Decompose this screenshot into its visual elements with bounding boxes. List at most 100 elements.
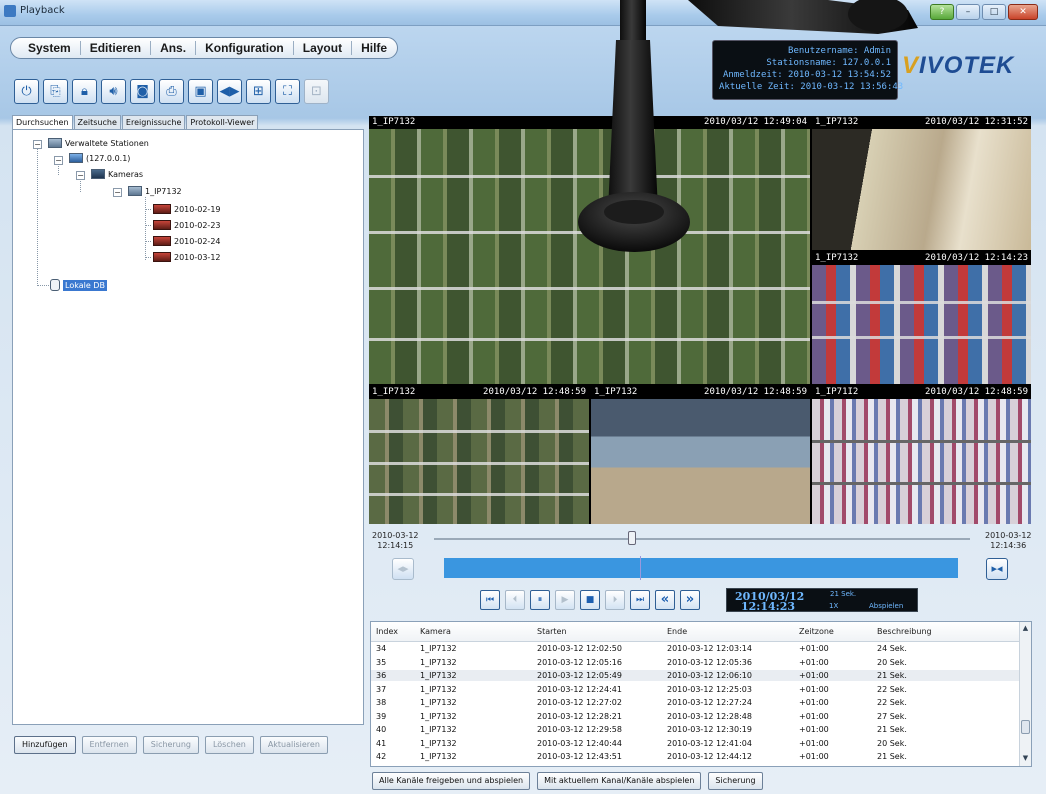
close-button[interactable]: ✕ (1008, 4, 1038, 20)
power-icon[interactable]: ⏻ (14, 79, 39, 104)
timeline-slider-handle[interactable] (628, 531, 637, 545)
column-header[interactable]: Starten (537, 627, 567, 636)
expander-root[interactable]: − (33, 140, 42, 149)
table-row[interactable]: 36 1_IP7132 2010-03-12 12:05:49 2010-03-12 … (371, 670, 1019, 681)
menu-help[interactable]: Hilfe (352, 41, 396, 55)
last-frame-icon[interactable]: ⏭ (630, 590, 650, 610)
window-title: Playback (20, 5, 65, 16)
username-info: Benutzername: Admin (788, 46, 891, 56)
column-header[interactable]: Zeitzone (799, 627, 834, 636)
camera-view-5[interactable]: 1_IP7132 2010/03/12 12:48:59 (591, 386, 810, 524)
audio-icon[interactable]: 🔊︎ (101, 79, 126, 104)
camera-view-4[interactable]: 1_IP7132 2010/03/12 12:48:59 (369, 386, 589, 524)
menu-configuration[interactable]: Konfiguration (196, 41, 294, 55)
export-icon[interactable]: ⎘ (43, 79, 68, 104)
tree-folder-cameras[interactable]: Kameras (91, 169, 143, 179)
column-header[interactable]: Beschreibung (877, 627, 932, 636)
record-icon[interactable]: ◀▶ (217, 79, 242, 104)
snapshot-icon[interactable]: ◙ (130, 79, 155, 104)
layout-icon[interactable]: ⊞ (246, 79, 271, 104)
table-cell: 2010-03-12 12:29:58 (537, 725, 622, 734)
table-cell: 38 (376, 698, 387, 707)
menu-layout[interactable]: Layout (294, 41, 353, 55)
backup-button[interactable]: Sicherung (142, 736, 199, 754)
table-cell: +01:00 (799, 698, 829, 707)
scroll-down-icon[interactable]: ▼ (1021, 754, 1030, 764)
minimize-button[interactable]: – (956, 4, 980, 20)
next-frame-icon: ⏵ (605, 590, 625, 610)
backup-button[interactable]: Sicherung (708, 772, 763, 790)
expander-camera[interactable]: − (113, 188, 122, 197)
help-window-button[interactable]: ? (930, 4, 954, 20)
maximize-button[interactable]: □ (982, 4, 1006, 20)
video-feed (369, 129, 810, 384)
add-button[interactable]: Hinzufügen (14, 736, 76, 754)
timeline-track[interactable] (434, 538, 970, 540)
lock-icon[interactable]: 🔒︎ (72, 79, 97, 104)
computer-icon (69, 153, 83, 163)
tree-local-db[interactable]: Lokale DB (50, 279, 107, 291)
table-row[interactable]: 35 1_IP7132 2010-03-12 12:05:16 2010-03-12 … (371, 657, 1019, 668)
table-row[interactable]: 37 1_IP7132 2010-03-12 12:24:41 2010-03-12 … (371, 684, 1019, 695)
pause-icon[interactable]: ⏸ (530, 590, 550, 610)
column-header[interactable]: Index (376, 627, 398, 636)
tree-root[interactable]: Verwaltete Stationen (48, 138, 149, 148)
table-row[interactable]: 41 1_IP7132 2010-03-12 12:40:44 2010-03-12 … (371, 738, 1019, 749)
menu-view[interactable]: Ans. (151, 41, 197, 55)
table-cell: 2010-03-12 12:05:49 (537, 671, 622, 680)
table-cell: 1_IP7132 (420, 752, 457, 761)
tab-browse[interactable]: Durchsuchen (12, 115, 73, 129)
table-row[interactable]: 42 1_IP7132 2010-03-12 12:43:51 2010-03-12 … (371, 751, 1019, 762)
table-row[interactable]: 40 1_IP7132 2010-03-12 12:29:58 2010-03-12 … (371, 724, 1019, 735)
database-icon (50, 279, 60, 291)
table-scrollbar[interactable]: ▲ ▼ (1019, 622, 1031, 766)
table-cell: 2010-03-12 12:43:51 (537, 752, 622, 761)
tab-time-search[interactable]: Zeitsuche (73, 115, 121, 129)
camera-view-2[interactable]: 1_IP7132 2010/03/12 12:31:52 (812, 116, 1031, 250)
table-row[interactable]: 38 1_IP7132 2010-03-12 12:27:02 2010-03-12 … (371, 697, 1019, 708)
recording-bar[interactable] (444, 558, 958, 578)
table-cell: 42 (376, 752, 387, 761)
table-cell: 2010-03-12 12:06:10 (667, 671, 752, 680)
scroll-up-icon[interactable]: ▲ (1021, 624, 1030, 634)
column-header[interactable]: Ende (667, 627, 687, 636)
table-cell: 2010-03-12 12:03:14 (667, 644, 752, 653)
refresh-button[interactable]: Aktualisieren (259, 736, 328, 754)
stop-icon[interactable]: ■ (580, 590, 600, 610)
camera-view-3[interactable]: 1_IP7132 2010/03/12 12:14:23 (812, 252, 1031, 384)
video-feed (369, 399, 589, 524)
table-row[interactable]: 34 1_IP7132 2010-03-12 12:02:50 2010-03-12 … (371, 643, 1019, 654)
remove-button[interactable]: Entfernen (81, 736, 137, 754)
slower-icon[interactable]: « (655, 590, 675, 610)
print-icon[interactable]: ⎙ (159, 79, 184, 104)
first-frame-icon[interactable]: ⏮ (480, 590, 500, 610)
expander-folder[interactable]: − (76, 171, 85, 180)
zoom-out-timeline-button[interactable]: ▸◂ (986, 558, 1008, 580)
table-cell: 34 (376, 644, 387, 653)
delete-button[interactable]: Löschen (204, 736, 254, 754)
tree-station[interactable]: (127.0.0.1) (69, 153, 130, 163)
play-all-channels-button[interactable]: Alle Kanäle freigeben und abspielen (372, 772, 531, 790)
fullscreen-icon[interactable]: ⛶ (275, 79, 300, 104)
faster-icon[interactable]: » (680, 590, 700, 610)
column-header[interactable]: Kamera (420, 627, 451, 636)
play-current-channel-button[interactable]: Mit aktuellem Kanal/Kanäle abspielen (537, 772, 702, 790)
tree-date[interactable]: 2010-02-19 (153, 204, 221, 214)
playback-speed: 1X (829, 602, 839, 610)
tree-camera[interactable]: 1_IP7132 (128, 186, 182, 196)
expander-station[interactable]: − (54, 156, 63, 165)
tree-date[interactable]: 2010-03-12 (153, 252, 221, 262)
tree-date[interactable]: 2010-02-24 (153, 236, 221, 246)
camera-view-1[interactable]: 1_IP7132 2010/03/12 12:49:04 (369, 116, 810, 384)
settings-icon[interactable]: ▣ (188, 79, 213, 104)
camera-view-6[interactable]: 1_IP71I2 2010/03/12 12:48:59 (812, 386, 1031, 524)
menu-system[interactable]: System (19, 41, 81, 55)
menu-edit[interactable]: Editieren (81, 41, 152, 55)
tab-log-viewer[interactable]: Protokoll-Viewer (186, 115, 259, 129)
table-cell: +01:00 (799, 644, 829, 653)
table-row[interactable]: 39 1_IP7132 2010-03-12 12:28:21 2010-03-12 … (371, 711, 1019, 722)
scroll-thumb[interactable] (1021, 720, 1030, 734)
camera-timestamp: 2010/03/12 12:48:59 (483, 387, 586, 397)
tree-date[interactable]: 2010-02-23 (153, 220, 221, 230)
tab-event-search[interactable]: Ereignissuche (121, 115, 186, 129)
